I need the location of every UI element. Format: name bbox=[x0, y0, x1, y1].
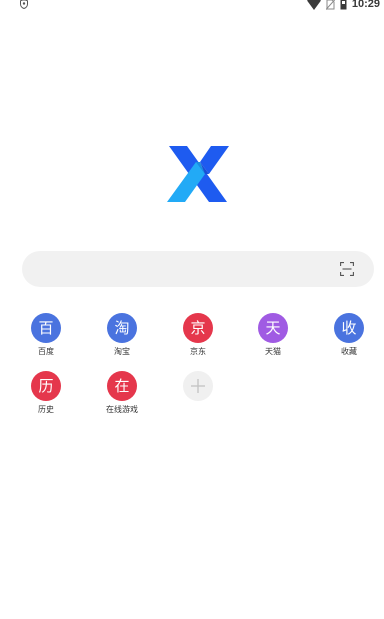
scan-icon[interactable] bbox=[340, 262, 354, 276]
shortcut-label: 天猫 bbox=[265, 347, 281, 356]
x-browser-logo bbox=[167, 146, 229, 202]
search-bar[interactable] bbox=[22, 251, 374, 289]
battery-icon bbox=[340, 0, 347, 10]
status-time: 10:29 bbox=[351, 0, 380, 10]
shortcut-online-games[interactable]: 在 在线游戏 bbox=[92, 371, 152, 417]
status-bar: 10:29 bbox=[0, 0, 384, 12]
shortcut-icon: 京 bbox=[183, 313, 213, 343]
shortcut-jd[interactable]: 京 京东 bbox=[168, 313, 228, 359]
shortcut-tmall[interactable]: 天 天猫 bbox=[243, 313, 303, 359]
no-sim-icon bbox=[325, 0, 335, 10]
shortcut-icon: 收 bbox=[334, 313, 364, 343]
wifi-icon bbox=[306, 0, 321, 10]
shortcut-label: 收藏 bbox=[341, 347, 357, 356]
add-shortcut-circle bbox=[183, 371, 213, 401]
shortcut-bookmarks[interactable]: 收 收藏 bbox=[319, 313, 379, 359]
shortcut-label: 在线游戏 bbox=[106, 405, 138, 414]
plus-icon bbox=[191, 379, 205, 393]
shortcut-icon: 天 bbox=[258, 313, 288, 343]
shortcut-icon: 淘 bbox=[107, 313, 137, 343]
shield-icon bbox=[20, 0, 28, 9]
shortcut-icon: 百 bbox=[31, 313, 61, 343]
add-shortcut-button[interactable] bbox=[168, 371, 228, 417]
shortcut-baidu[interactable]: 百 百度 bbox=[16, 313, 76, 359]
browser-home-screen: 10:29 百 百度 淘 淘宝 京 京东 天 天猫 收 收藏 历 历史 在 在线… bbox=[0, 0, 384, 619]
shortcut-label: 历史 bbox=[38, 405, 54, 414]
shortcut-history[interactable]: 历 历史 bbox=[16, 371, 76, 417]
shortcut-label: 京东 bbox=[190, 347, 206, 356]
search-input[interactable] bbox=[38, 251, 332, 289]
shortcut-taobao[interactable]: 淘 淘宝 bbox=[92, 313, 152, 359]
shortcut-icon: 在 bbox=[107, 371, 137, 401]
shortcut-icon: 历 bbox=[31, 371, 61, 401]
shortcut-label: 百度 bbox=[38, 347, 54, 356]
shortcut-label: 淘宝 bbox=[114, 347, 130, 356]
